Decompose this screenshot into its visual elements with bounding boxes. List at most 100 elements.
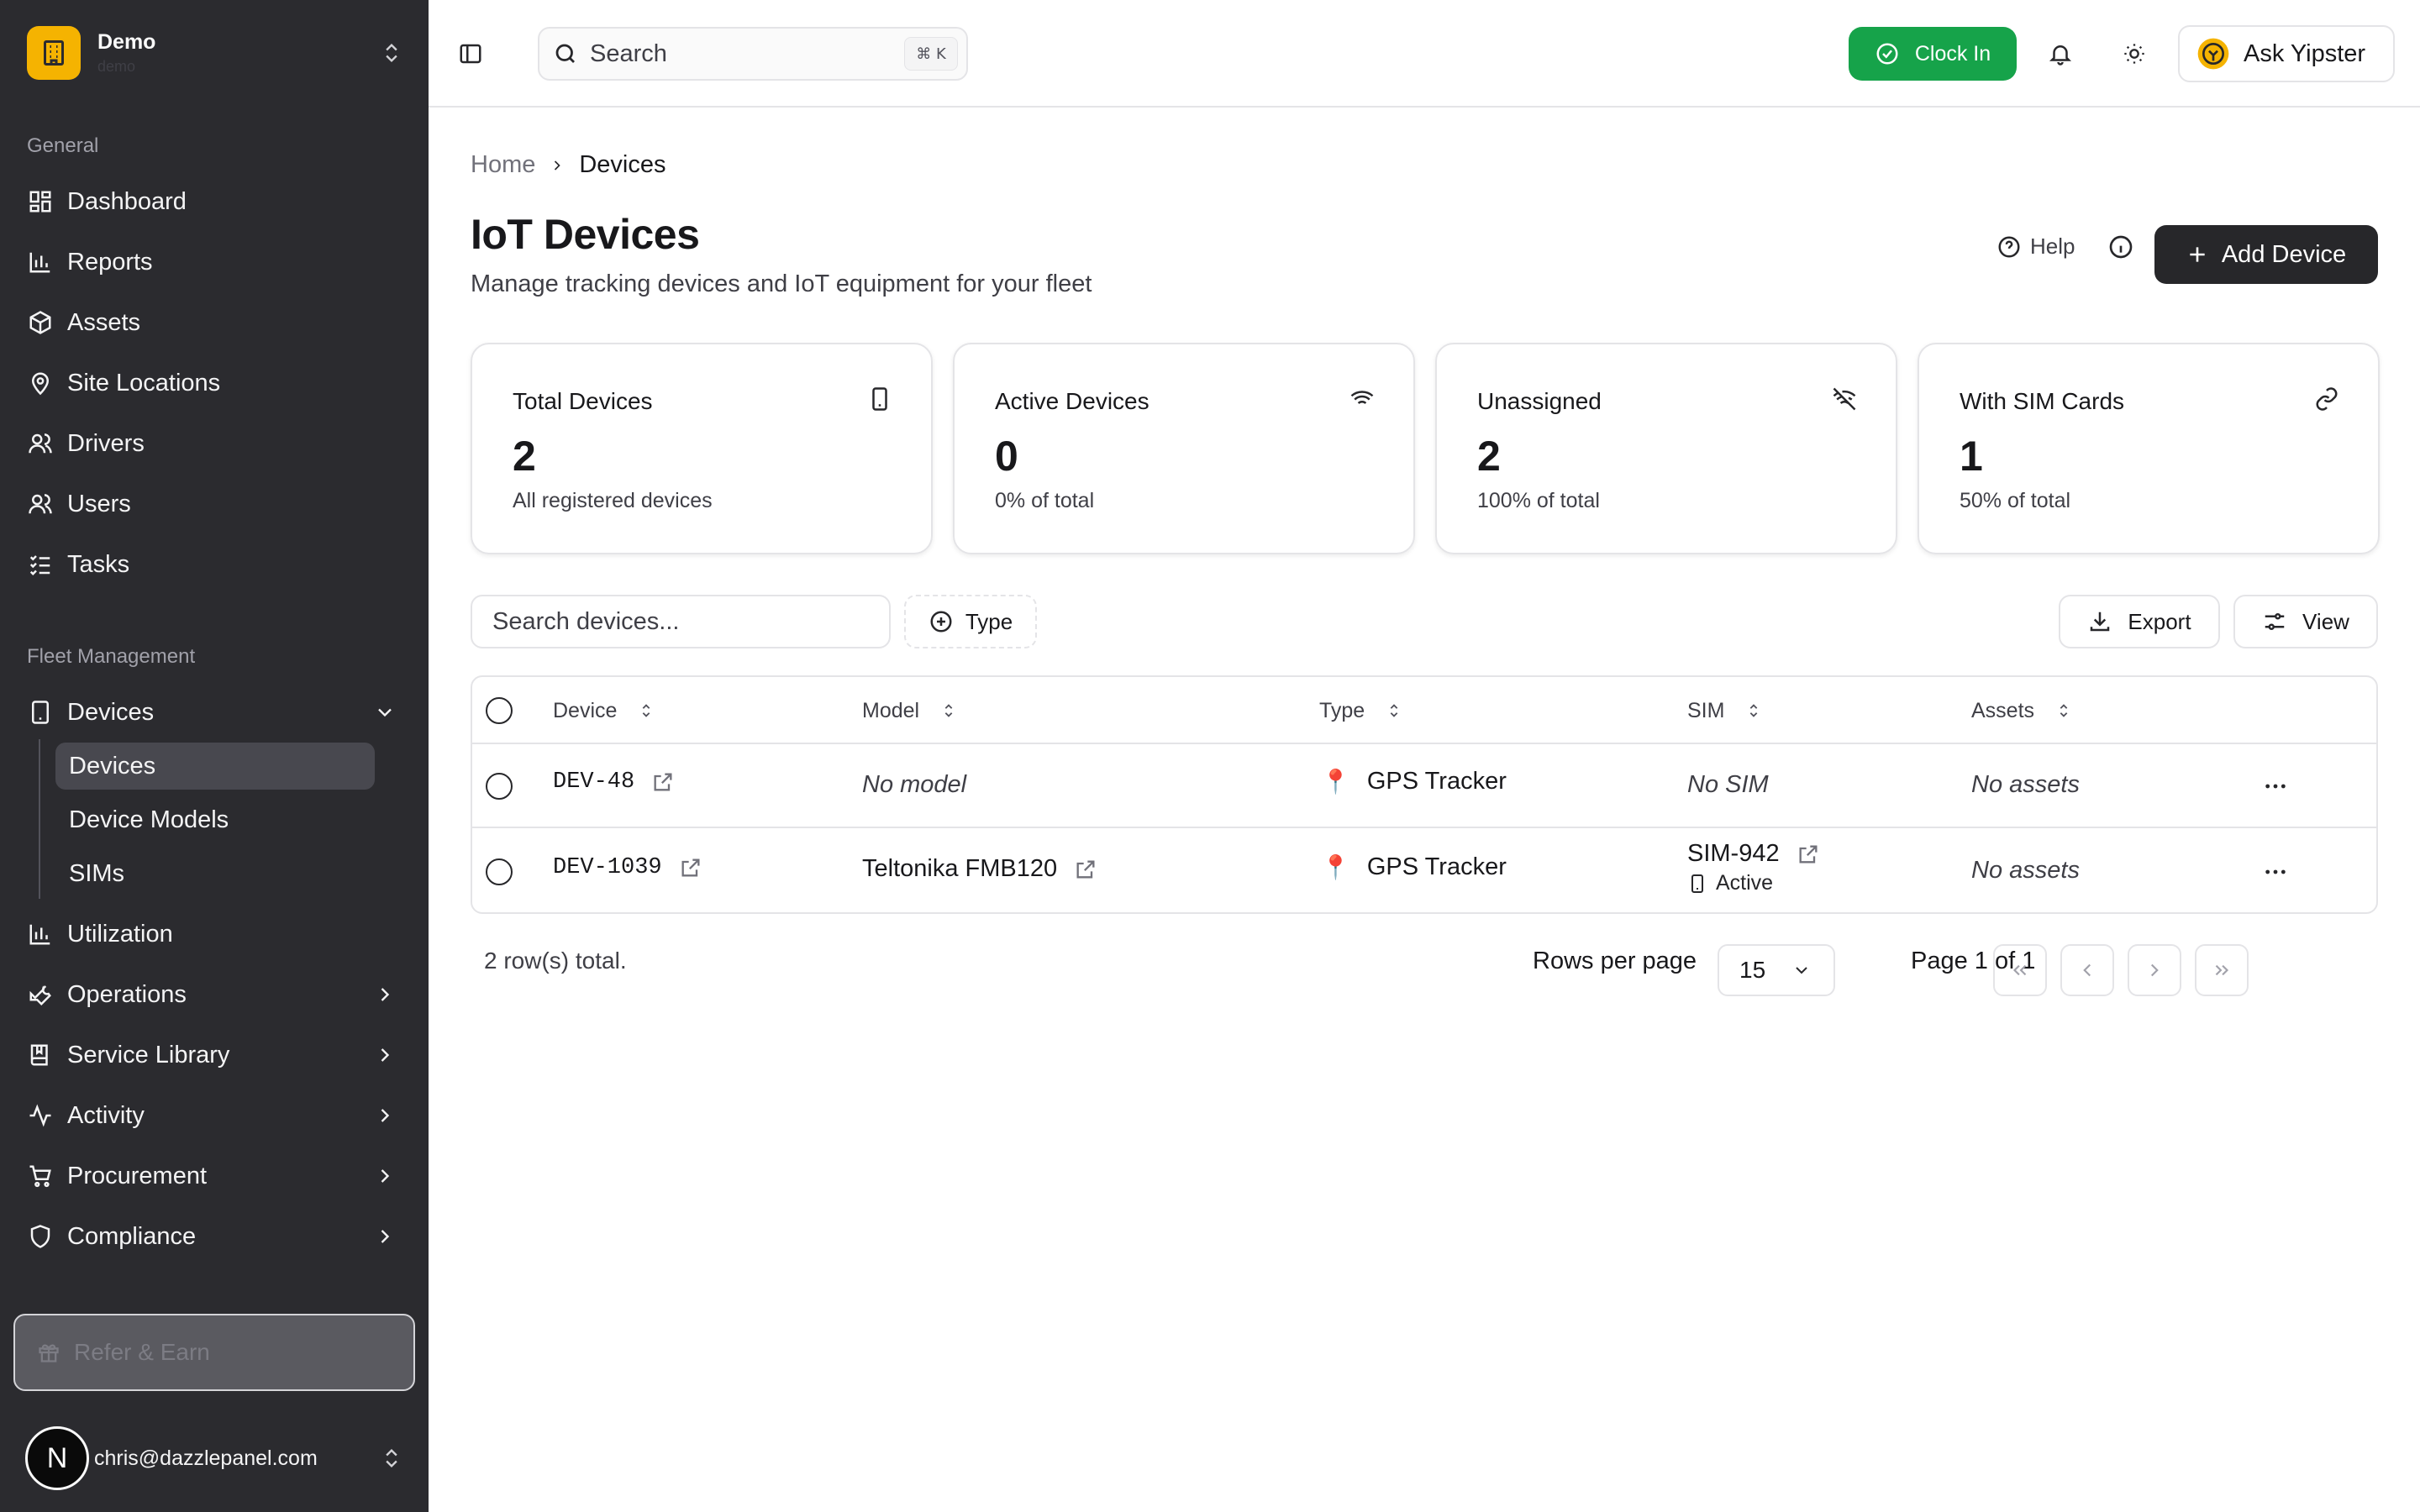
sidebar-item-utilization[interactable]: Utilization [24,911,403,958]
column-header-assets[interactable]: Assets [1971,677,2073,744]
sidebar-item-label: Compliance [67,1222,197,1250]
select-all-checkbox[interactable] [486,677,513,744]
clock-in-button[interactable]: Clock In [1849,27,2017,81]
sidebar-item-label: Users [67,490,131,517]
building-icon [27,26,81,80]
theme-toggle-button[interactable] [2118,37,2151,71]
row-checkbox[interactable] [486,858,513,885]
org-switcher[interactable]: Demo demo [27,25,403,81]
chevron-left-icon [2083,963,2091,977]
chevron-right-icon [381,988,390,1001]
sidebar-item-users[interactable]: Users [24,480,403,528]
device-cell: DEV-48 [553,769,675,795]
device-id-link[interactable]: DEV-48 [553,769,634,795]
chevrons-right-icon [2215,964,2229,976]
row-actions-button[interactable] [2262,773,2289,800]
page-subtitle: Manage tracking devices and IoT equipmen… [471,270,1092,297]
global-search[interactable]: Search ⌘ K [538,27,968,81]
first-page-button[interactable] [1993,944,2047,996]
sidebar-item-label: Site Locations [67,369,221,396]
org-sub: demo [97,58,136,75]
stat-subtext: 0% of total [995,489,1095,512]
type-cell: 📍 GPS Tracker [1321,853,1507,881]
export-button[interactable]: Export [2059,595,2220,648]
sidebar-item-service-library[interactable]: Service Library [24,1032,403,1079]
breadcrumb-home[interactable]: Home [471,151,535,179]
main-content: Home Devices IoT Devices Manage tracking… [429,108,2420,1512]
refer-and-earn-button[interactable]: Refer & Earn [13,1314,415,1391]
row-count: 2 row(s) total. [484,948,627,974]
sidebar-subitem-device-models[interactable]: Device Models [55,796,375,843]
sidebar-item-label: Dashboard [67,187,187,215]
sidebar-toggle-button[interactable] [454,37,487,71]
external-link-icon[interactable] [1797,843,1820,866]
sidebar-item-dashboard[interactable]: Dashboard [24,178,403,225]
devices-table: Device Model Type SIM Assets DEV-48 No m… [471,675,2378,914]
sun-icon [2124,44,2144,64]
table-row[interactable]: DEV-1039 Teltonika FMB120 📍 GPS Tracker … [472,830,2376,914]
table-header: Device Model Type SIM Assets [472,677,2376,744]
type-filter-button[interactable]: Type [904,595,1037,648]
user-menu[interactable]: N chris@dazzlepanel.com [25,1421,403,1495]
sidebar-item-activity[interactable]: Activity [24,1092,403,1139]
chevron-right-icon [381,1109,390,1122]
model-cell: Teltonika FMB120 [862,855,1097,883]
column-header-model[interactable]: Model [862,677,958,744]
sidebar-item-operations[interactable]: Operations [24,971,403,1018]
column-label: Device [553,698,618,722]
rows-per-page-select[interactable]: 15 [1718,944,1835,996]
sidebar-item-drivers[interactable]: Drivers [24,420,403,467]
model-link[interactable]: Teltonika FMB120 [862,855,1057,883]
more-horizontal-icon [2265,784,2286,789]
row-actions-button[interactable] [2262,858,2289,885]
table-row[interactable]: DEV-48 No model 📍 GPS Tracker No SIM No … [472,744,2376,828]
stat-card-active-devices: Active Devices 0 0% of total [953,343,1415,554]
previous-page-button[interactable] [2060,944,2114,996]
column-header-device[interactable]: Device [553,677,655,744]
wifi-icon [1350,391,1374,409]
last-page-button[interactable] [2195,944,2249,996]
sidebar-item-reports[interactable]: Reports [24,239,403,286]
type-label: GPS Tracker [1366,853,1507,880]
stats-cards: Total Devices 2 All registered devices A… [471,343,2380,554]
device-search-input[interactable]: Search devices... [471,595,891,648]
stat-value: 2 [1477,433,1501,480]
row-checkbox[interactable] [486,773,513,800]
device-cell: DEV-1039 [553,855,702,880]
external-link-icon[interactable] [651,770,675,794]
sidebar-item-procurement[interactable]: Procurement [24,1152,403,1200]
sidebar-item-tasks[interactable]: Tasks [24,541,403,588]
device-id-link[interactable]: DEV-1039 [553,855,662,880]
sidebar-item-label: Drivers [67,429,145,457]
shield-icon [27,1223,54,1250]
stat-card-total-devices: Total Devices 2 All registered devices [471,343,933,554]
page-title: IoT Devices [471,211,700,258]
sidebar-subitem-devices[interactable]: Devices [55,743,375,790]
column-header-sim[interactable]: SIM [1687,677,1763,744]
more-horizontal-icon [2265,869,2286,874]
sidebar-item-devices[interactable]: Devices [24,689,403,736]
sidebar-item-site-locations[interactable]: Site Locations [24,360,403,407]
add-device-button[interactable]: Add Device [2154,225,2378,284]
sim-link[interactable]: SIM-942 [1687,840,1780,868]
column-header-type[interactable]: Type [1319,677,1403,744]
ask-yipster-button[interactable]: Ask Yipster [2178,25,2395,82]
rows-per-page-value: 15 [1739,957,1766,983]
help-button[interactable]: Help [1996,234,2075,260]
external-link-icon[interactable] [679,856,702,879]
stat-title: Unassigned [1477,388,1602,414]
sidebar-subitem-sims[interactable]: SIMs [55,850,375,897]
sort-icon [643,704,650,717]
info-button[interactable] [2107,234,2134,265]
view-options-button[interactable]: View [2233,595,2378,648]
chevron-right-icon [381,1230,390,1243]
next-page-button[interactable] [2128,944,2181,996]
type-filter-label: Type [965,608,1013,634]
breadcrumb: Home Devices [471,151,666,179]
external-link-icon[interactable] [1074,858,1097,881]
sidebar-item-assets[interactable]: Assets [24,299,403,346]
user-email: chris@dazzlepanel.com [94,1446,318,1470]
clock-in-label: Clock In [1914,41,1991,66]
notifications-button[interactable] [2044,37,2077,71]
sidebar-item-compliance[interactable]: Compliance [24,1213,403,1260]
